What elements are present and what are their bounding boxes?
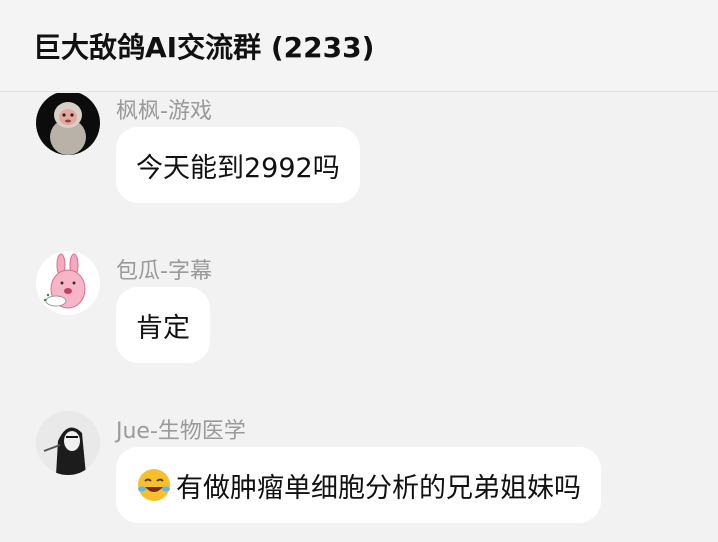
group-title[interactable]: 巨大敌鸽AI交流群 (2233): [33, 26, 374, 66]
message-text: 肯定: [136, 312, 190, 344]
masked-figure-avatar-icon[interactable]: [36, 411, 100, 475]
sender-name: Jue-生物医学: [116, 419, 246, 444]
message-list[interactable]: 枫枫-游戏 今天能到2992吗 包瓜-字幕 肯定 Jue-生物医学 有做肿瘤单细…: [0, 93, 718, 542]
sender-name: 包瓜-字幕: [116, 259, 212, 284]
laughing-crying-face-icon: [136, 467, 172, 503]
pink-bunny-avatar-icon[interactable]: [36, 251, 100, 315]
chat-header: 巨大敌鸽AI交流群 (2233): [0, 0, 718, 92]
message-bubble[interactable]: 肯定: [116, 287, 210, 363]
message-bubble[interactable]: 有做肿瘤单细胞分析的兄弟姐妹吗: [116, 447, 601, 523]
message-text: 有做肿瘤单细胞分析的兄弟姐妹吗: [176, 472, 581, 504]
message-bubble[interactable]: 今天能到2992吗: [116, 127, 360, 203]
sender-name: 枫枫-游戏: [116, 99, 212, 124]
message-text: 今天能到2992吗: [136, 152, 340, 184]
monkey-avatar-icon[interactable]: [36, 93, 100, 155]
